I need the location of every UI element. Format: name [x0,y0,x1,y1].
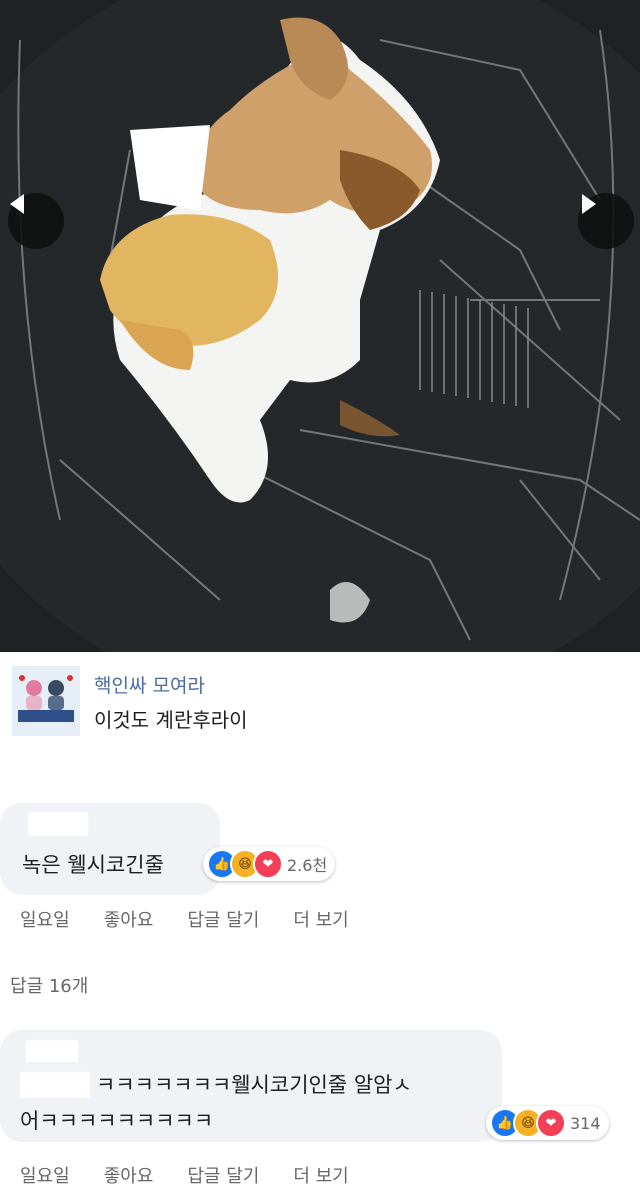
more-link[interactable]: 더 보기 [293,1162,348,1188]
reply-link[interactable]: 답글 달기 [187,906,259,932]
view-replies-link[interactable]: 답글 16개 [10,972,88,998]
group-avatar-image [12,666,80,736]
comment-actions: 일요일 좋아요 답글 달기 더 보기 [20,906,383,932]
group-name[interactable]: 핵인싸 모여라 [94,671,205,698]
comment-timestamp[interactable]: 일요일 [20,1162,70,1188]
chevron-right-icon [582,194,596,214]
photo-image [0,0,640,652]
redacted-author-name [28,812,88,836]
previous-photo-button[interactable] [8,193,64,249]
reaction-count: 2.6천 [287,856,328,875]
chevron-left-icon [10,194,24,214]
post-photo[interactable] [0,0,640,652]
reaction-count: 314 [570,1113,601,1133]
next-photo-button[interactable] [578,193,634,249]
like-link[interactable]: 좋아요 [104,1162,154,1188]
more-link[interactable]: 더 보기 [293,906,348,932]
reaction-summary[interactable]: 👍 😆 ❤ 2.6천 [203,847,336,881]
post-text: 이것도 계란후라이 [94,708,248,732]
reaction-summary[interactable]: 👍 😆 ❤ 314 [486,1106,609,1140]
comment-text: 녹은 웰시코긴줄 [22,853,164,877]
redacted-mention [20,1072,90,1098]
reply-link[interactable]: 답글 달기 [187,1162,259,1188]
comment-text-line-2: 어ㅋㅋㅋㅋㅋㅋㅋㅋㅋ [20,1109,214,1133]
redacted-author-name [26,1040,78,1062]
comment-timestamp[interactable]: 일요일 [20,906,70,932]
like-link[interactable]: 좋아요 [104,906,154,932]
comment-actions: 일요일 좋아요 답글 달기 더 보기 [20,1162,383,1188]
love-reaction-icon: ❤ [536,1108,566,1138]
comment-text-line-1: ㅋㅋㅋㅋㅋㅋㅋ웰시코기인줄 알암ㅅ [96,1073,412,1097]
love-reaction-icon: ❤ [253,849,283,879]
group-avatar[interactable] [12,666,80,736]
